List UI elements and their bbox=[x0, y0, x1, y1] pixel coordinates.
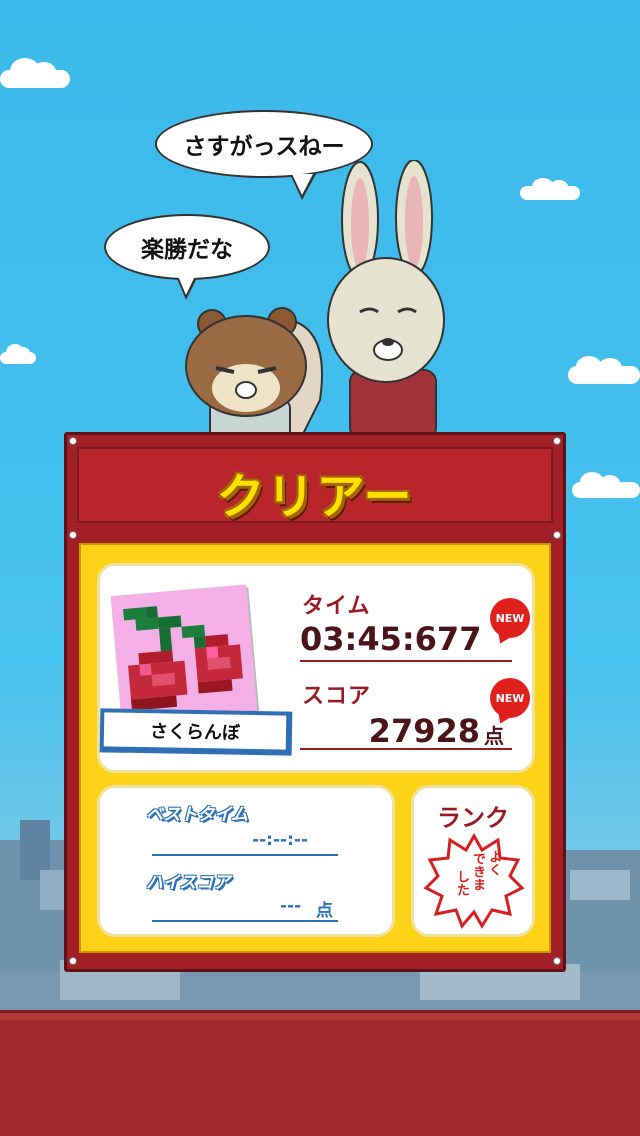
best-record-panel: ベストタイム --:--:-- ハイスコア --- 点 bbox=[97, 785, 395, 937]
high-score-unit: 点 bbox=[316, 901, 333, 921]
time-value: 03:45:677 bbox=[300, 620, 482, 658]
squirrel-speech-text: 楽勝だな bbox=[141, 237, 233, 263]
score-label: スコア bbox=[302, 684, 372, 709]
best-time-value: --:--:-- bbox=[252, 830, 308, 850]
rank-panel: ランク よく できま した bbox=[411, 785, 535, 937]
rank-stamp-text-3: した bbox=[454, 870, 469, 896]
stage-floor bbox=[0, 1020, 640, 1136]
cloud bbox=[520, 178, 580, 200]
current-result-panel: さくらんぼ タイム 03:45:677 NEW スコア 27928 点 NEW bbox=[97, 563, 535, 773]
bubble-tail-fill bbox=[178, 276, 195, 295]
cherry-pixel-art-icon bbox=[110, 584, 258, 726]
cloud bbox=[572, 472, 640, 498]
cloud bbox=[568, 356, 640, 384]
bolt bbox=[553, 957, 561, 965]
score-new-badge: NEW bbox=[490, 678, 530, 718]
clear-title: クリアー bbox=[216, 469, 414, 525]
best-time-label: ベストタイム bbox=[146, 805, 248, 825]
high-score-label: ハイスコア bbox=[146, 873, 231, 893]
bolt bbox=[69, 437, 77, 445]
result-screen: さすがっスねー 楽勝だな クリアー さくらんぼ タイム 03:45:677 NE… bbox=[0, 0, 640, 1136]
rank-label: ランク bbox=[437, 804, 509, 832]
squirrel-character bbox=[185, 307, 323, 440]
high-score-value: --- bbox=[280, 896, 302, 916]
bubble-tail-fill bbox=[292, 174, 313, 195]
time-label: タイム bbox=[302, 594, 371, 619]
rabbit-character bbox=[327, 160, 445, 440]
puzzle-name-tag: さくらんぼ bbox=[99, 708, 293, 756]
cloud bbox=[0, 344, 36, 364]
time-underline bbox=[300, 660, 512, 662]
rabbit-speech-text: さすがっスねー bbox=[183, 134, 345, 160]
high-score-underline bbox=[152, 920, 338, 922]
puzzle-name: さくらんぼ bbox=[149, 721, 241, 744]
bolt bbox=[69, 957, 77, 965]
score-value: 27928 bbox=[368, 712, 480, 750]
squirrel-speech-bubble: 楽勝だな bbox=[104, 214, 270, 280]
best-time-underline bbox=[152, 854, 338, 856]
score-underline bbox=[300, 748, 512, 750]
bolt bbox=[553, 531, 561, 539]
result-board: クリアー さくらんぼ タイム 03:45:677 NEW スコア 27928 点… bbox=[64, 432, 566, 972]
cloud bbox=[0, 58, 70, 88]
result-area: さくらんぼ タイム 03:45:677 NEW スコア 27928 点 NEW … bbox=[79, 543, 551, 953]
board-header: クリアー bbox=[77, 447, 553, 525]
bolt bbox=[553, 437, 561, 445]
time-new-badge: NEW bbox=[490, 598, 530, 638]
bolt bbox=[69, 531, 77, 539]
